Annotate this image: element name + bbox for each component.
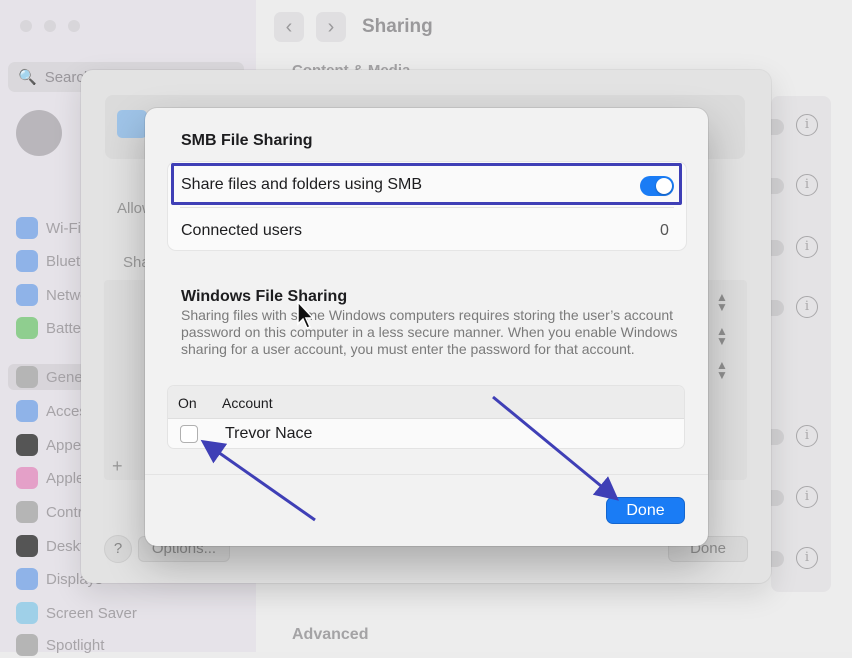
add-folder-button[interactable]: + <box>112 456 123 477</box>
zoom-window-button[interactable] <box>68 20 80 32</box>
dock-icon <box>16 535 38 557</box>
wifi-icon <box>16 217 38 239</box>
network-icon <box>16 284 38 306</box>
annotation-highlight-box <box>171 163 682 205</box>
help-button[interactable]: ? <box>104 535 132 563</box>
connected-users-count: 0 <box>660 222 669 239</box>
control-center-icon <box>16 501 38 523</box>
close-window-button[interactable] <box>20 20 32 32</box>
minimize-window-button[interactable] <box>44 20 56 32</box>
column-header-on[interactable]: On <box>178 395 197 411</box>
divider <box>180 207 674 208</box>
window-title: Sharing <box>362 16 433 37</box>
apple-intelligence-icon <box>16 467 38 489</box>
info-icon[interactable]: i <box>796 174 818 196</box>
screen-saver-icon <box>16 602 38 624</box>
bluetooth-icon <box>16 250 38 272</box>
battery-icon <box>16 317 38 339</box>
display-icon <box>16 568 38 590</box>
spotlight-icon <box>16 634 38 656</box>
permission-stepper[interactable]: ▲ ▼ <box>716 325 728 347</box>
account-enable-checkbox[interactable] <box>180 425 198 443</box>
info-icon[interactable]: i <box>796 236 818 258</box>
mouse-cursor-icon <box>297 300 315 329</box>
connected-users-label: Connected users <box>181 222 302 239</box>
sidebar-item-spotlight[interactable]: Spotlight <box>16 632 104 658</box>
done-button[interactable]: Done <box>607 498 684 523</box>
gear-icon <box>16 366 38 388</box>
accessibility-icon <box>16 400 38 422</box>
appearance-icon <box>16 434 38 456</box>
section-advanced: Advanced <box>292 626 369 643</box>
windows-sharing-description: Sharing files with some Windows computer… <box>181 307 678 357</box>
forward-button[interactable]: › <box>316 12 346 42</box>
table-header: On Account <box>168 386 684 419</box>
back-button[interactable]: ‹ <box>274 12 304 42</box>
divider <box>145 474 708 475</box>
sharing-list-panel <box>771 96 831 592</box>
sidebar-item-screen-saver[interactable]: Screen Saver <box>16 600 137 626</box>
search-icon: 🔍 <box>18 69 37 86</box>
account-avatar[interactable] <box>16 110 62 156</box>
info-icon[interactable]: i <box>796 296 818 318</box>
info-icon[interactable]: i <box>796 425 818 447</box>
account-name: Trevor Nace <box>225 425 313 442</box>
permission-stepper[interactable]: ▲ ▼ <box>716 359 728 381</box>
info-icon[interactable]: i <box>796 486 818 508</box>
info-icon[interactable]: i <box>796 547 818 569</box>
column-header-account[interactable]: Account <box>222 395 273 411</box>
folder-icon <box>117 110 147 138</box>
sidebar-item-wifi[interactable]: Wi-Fi <box>16 215 81 241</box>
permission-stepper[interactable]: ▲ ▼ <box>716 291 728 313</box>
info-icon[interactable]: i <box>796 114 818 136</box>
dialog-title: SMB File Sharing <box>181 132 313 149</box>
windows-sharing-title: Windows File Sharing <box>181 288 348 305</box>
